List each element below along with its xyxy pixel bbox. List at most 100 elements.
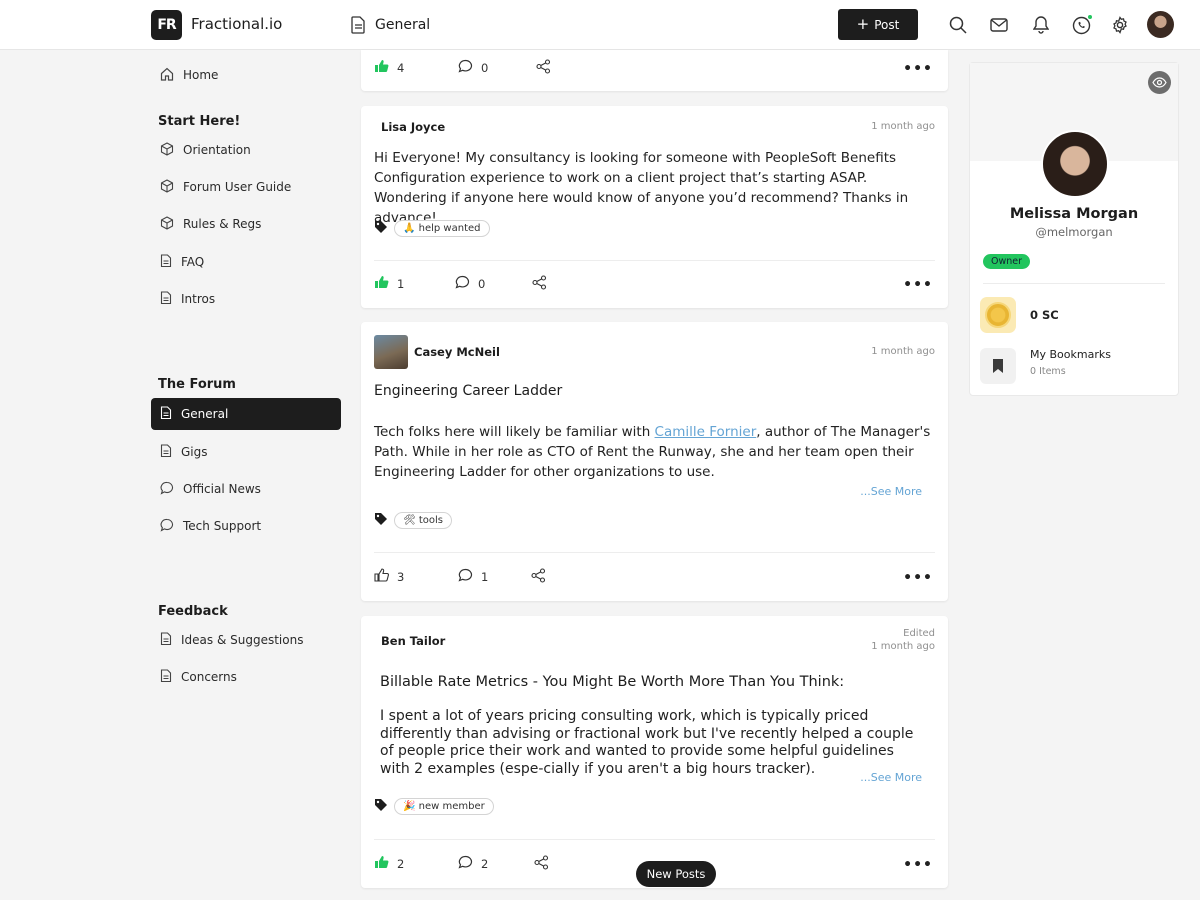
comment-icon — [458, 59, 473, 76]
like-button[interactable]: 3 — [374, 568, 404, 585]
more-options-icon[interactable]: ••• — [903, 277, 933, 293]
share-button[interactable] — [534, 855, 549, 873]
sidebar-item-forum-user-guide[interactable]: Forum User Guide — [151, 171, 341, 203]
sidebar-item-ideas-suggestions[interactable]: Ideas & Suggestions — [151, 624, 341, 656]
share-icon — [532, 275, 547, 293]
post-card: Ben Tailor Edited 1 month ago Billable R… — [361, 616, 948, 888]
post-tags: 🙏 help wanted — [374, 219, 490, 238]
document-icon — [160, 405, 172, 423]
author-link[interactable]: Camille Fornier — [655, 424, 757, 440]
new-posts-button[interactable]: New Posts — [636, 861, 716, 887]
post-author[interactable]: Ben Tailor — [381, 634, 445, 648]
like-button[interactable]: 2 — [374, 855, 404, 872]
divider — [374, 552, 935, 553]
user-avatar[interactable] — [1147, 11, 1174, 38]
like-count: 4 — [397, 60, 405, 75]
document-icon — [160, 668, 172, 686]
like-button[interactable]: 1 — [374, 275, 404, 292]
comment-icon — [458, 568, 473, 585]
tag-chip[interactable]: 🙏 help wanted — [394, 220, 490, 237]
sidebar-item-label: Official News — [183, 482, 261, 496]
sidebar-item-label: Intros — [181, 292, 216, 306]
sidebar-item-rules-regs[interactable]: Rules & Regs — [151, 208, 341, 240]
sidebar-item-label: General — [181, 407, 229, 421]
chat-bubble-icon — [160, 518, 174, 535]
like-count: 2 — [397, 856, 405, 871]
tag-icon — [374, 511, 388, 530]
sidebar-item-official-news[interactable]: Official News — [151, 473, 341, 505]
cube-icon — [160, 141, 174, 159]
like-count: 1 — [397, 276, 405, 291]
see-more-link[interactable]: ...See More — [860, 485, 922, 498]
bookmark-icon[interactable] — [980, 348, 1016, 384]
mail-icon[interactable] — [988, 14, 1010, 36]
post-actions: 1 0 ••• — [374, 275, 935, 295]
document-icon — [160, 631, 172, 649]
profile-card: Melissa Morgan @melmorgan Owner 0 SC My … — [969, 62, 1179, 396]
share-button[interactable] — [536, 59, 551, 77]
post-title[interactable]: Billable Rate Metrics - You Might Be Wor… — [380, 674, 844, 690]
profile-name[interactable]: Melissa Morgan — [970, 206, 1178, 222]
owner-badge: Owner — [983, 254, 1031, 269]
sidebar-item-concerns[interactable]: Concerns — [151, 661, 341, 693]
eye-icon[interactable] — [1148, 71, 1171, 94]
share-button[interactable] — [532, 275, 547, 293]
search-icon[interactable] — [947, 14, 969, 36]
whatsapp-icon[interactable] — [1070, 14, 1093, 36]
document-icon — [160, 290, 172, 308]
post-tags: 🛠 tools — [374, 511, 453, 530]
sidebar-item-label: Forum User Guide — [183, 180, 292, 194]
sidebar-item-faq[interactable]: FAQ — [151, 246, 341, 278]
post-author[interactable]: Casey McNeil — [414, 345, 500, 359]
gear-icon[interactable] — [1109, 14, 1131, 36]
sidebar-item-label: Orientation — [183, 143, 251, 157]
sidebar-item-general[interactable]: General — [151, 398, 341, 430]
see-more-link[interactable]: ...See More — [860, 771, 922, 784]
cube-icon — [160, 178, 174, 196]
share-icon — [531, 568, 546, 586]
bell-icon[interactable] — [1030, 14, 1052, 36]
new-post-button[interactable]: + Post — [838, 9, 918, 40]
profile-avatar[interactable] — [1041, 130, 1109, 198]
post-title[interactable]: Engineering Career Ladder — [374, 383, 562, 399]
sidebar-item-orientation[interactable]: Orientation — [151, 134, 341, 166]
author-avatar[interactable] — [374, 335, 408, 369]
comment-count: 2 — [481, 856, 489, 871]
thumbs-up-outline-icon — [374, 568, 389, 585]
bookmarks-count: 0 Items — [1030, 366, 1066, 377]
tag-chip[interactable]: 🛠 tools — [394, 512, 453, 529]
post-body: I spent a lot of years pricing consultin… — [380, 708, 914, 777]
like-button[interactable]: 4 — [374, 59, 404, 76]
more-options-icon[interactable]: ••• — [903, 570, 933, 586]
logo-icon[interactable]: FR — [151, 10, 182, 40]
document-icon — [160, 443, 172, 461]
more-options-icon[interactable]: ••• — [903, 857, 933, 873]
more-options-icon[interactable]: ••• — [903, 61, 933, 77]
tag-icon — [374, 219, 388, 238]
comment-button[interactable]: 1 — [458, 568, 488, 585]
comment-button[interactable]: 0 — [458, 59, 488, 76]
sidebar-item-tech-support[interactable]: Tech Support — [151, 510, 341, 542]
share-button[interactable] — [531, 568, 546, 586]
tag-chip[interactable]: 🎉 new member — [394, 798, 494, 815]
sidebar-section-title: Start Here! — [158, 114, 241, 129]
post-author[interactable]: Lisa Joyce — [381, 120, 445, 134]
post-time: 1 month ago — [871, 346, 935, 357]
sidebar-item-label: Ideas & Suggestions — [181, 633, 304, 647]
sidebar-item-home[interactable]: Home — [151, 59, 341, 91]
comment-button[interactable]: 0 — [455, 275, 485, 292]
sidebar-item-label: Rules & Regs — [183, 217, 262, 231]
bookmarks-link[interactable]: My Bookmarks — [1030, 348, 1111, 361]
sidebar-item-gigs[interactable]: Gigs — [151, 436, 341, 468]
sidebar-item-intros[interactable]: Intros — [151, 283, 341, 315]
post-card: Casey McNeil 1 month ago Engineering Car… — [361, 322, 948, 601]
sidebar-item-label: Tech Support — [183, 519, 262, 533]
post-tags: 🎉 new member — [374, 797, 494, 816]
sidebar-item-label: Home — [183, 68, 219, 82]
document-icon — [160, 253, 172, 271]
comment-button[interactable]: 2 — [458, 855, 488, 872]
share-icon — [534, 855, 549, 873]
coin-icon — [980, 297, 1016, 333]
coin-balance[interactable]: 0 SC — [1030, 308, 1059, 322]
app-name[interactable]: Fractional.io — [191, 15, 282, 33]
